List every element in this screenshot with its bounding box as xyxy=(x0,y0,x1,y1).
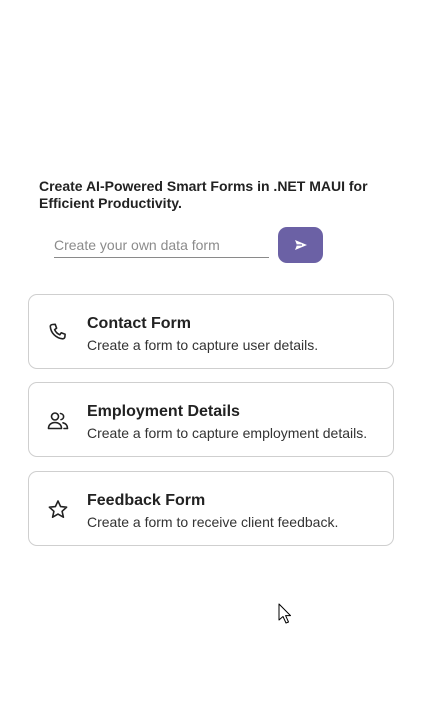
send-icon xyxy=(294,239,308,251)
card-title: Contact Form xyxy=(87,315,191,332)
app-page: Create AI-Powered Smart Forms in .NET MA… xyxy=(0,0,426,724)
page-title: Create AI-Powered Smart Forms in .NET MA… xyxy=(39,178,368,211)
star-icon xyxy=(46,498,70,522)
send-button[interactable] xyxy=(278,227,323,263)
card-description: Create a form to receive client feedback… xyxy=(87,514,339,530)
card-description: Create a form to capture employment deta… xyxy=(87,425,368,441)
card-description: Create a form to capture user details. xyxy=(87,337,319,353)
card-title: Employment Details xyxy=(87,403,240,420)
card-feedback-form[interactable]: Feedback Form Create a form to receive c… xyxy=(28,471,394,546)
mouse-cursor-icon xyxy=(278,603,292,625)
people-icon xyxy=(46,409,70,433)
prompt-input[interactable] xyxy=(54,233,269,258)
card-title: Feedback Form xyxy=(87,492,206,509)
card-employment-details[interactable]: Employment Details Create a form to capt… xyxy=(28,382,394,457)
prompt-bar xyxy=(54,227,324,263)
phone-icon xyxy=(46,321,70,345)
card-contact-form[interactable]: Contact Form Create a form to capture us… xyxy=(28,294,394,369)
